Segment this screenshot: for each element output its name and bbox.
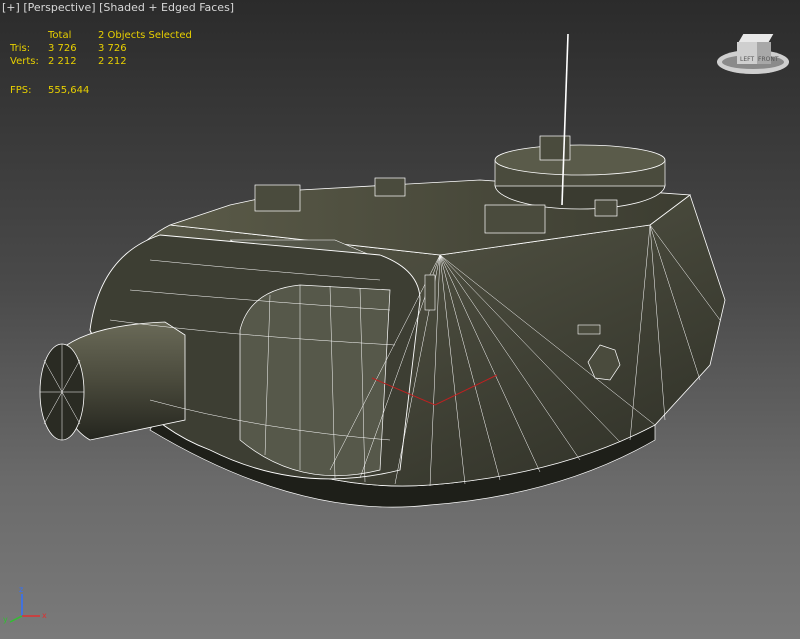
perspective-viewport[interactable]: [+] [Perspective] [Shaded + Edged Faces]… bbox=[0, 0, 800, 639]
verts-label: Verts: bbox=[10, 56, 39, 67]
fps-label: FPS: bbox=[10, 85, 32, 96]
viewcube[interactable]: LEFT FRONT bbox=[715, 30, 791, 76]
viewport-pov-menu[interactable]: [Perspective] bbox=[23, 1, 95, 14]
stats-header-total: Total bbox=[48, 30, 72, 41]
viewcube-cube[interactable]: LEFT FRONT bbox=[737, 34, 779, 66]
verts-total: 2 212 bbox=[48, 56, 77, 67]
fps-value: 555,644 bbox=[48, 85, 90, 96]
viewport-label: [+] [Perspective] [Shaded + Edged Faces] bbox=[2, 1, 234, 14]
viewport-plus-menu[interactable]: [+] bbox=[2, 1, 20, 14]
viewcube-left-face[interactable]: LEFT bbox=[737, 42, 757, 64]
viewcube-top-face[interactable] bbox=[738, 34, 774, 42]
axis-x-label: x bbox=[42, 611, 47, 620]
axis-y-label: y bbox=[3, 615, 8, 624]
viewcube-front-face[interactable]: FRONT bbox=[757, 42, 779, 64]
viewport-shading-menu[interactable]: [Shaded + Edged Faces] bbox=[99, 1, 234, 14]
tris-selected: 3 726 bbox=[98, 43, 127, 54]
axis-tripod: z x y bbox=[3, 585, 47, 624]
stats-header-selected: 2 Objects Selected bbox=[98, 30, 192, 41]
verts-selected: 2 212 bbox=[98, 56, 127, 67]
axis-z-label: z bbox=[19, 585, 23, 594]
tris-total: 3 726 bbox=[48, 43, 77, 54]
tank-turret-model[interactable] bbox=[0, 0, 800, 639]
viewcube-front-label: FRONT bbox=[758, 56, 779, 63]
tris-label: Tris: bbox=[10, 43, 31, 54]
viewcube-left-label: LEFT bbox=[740, 56, 755, 63]
